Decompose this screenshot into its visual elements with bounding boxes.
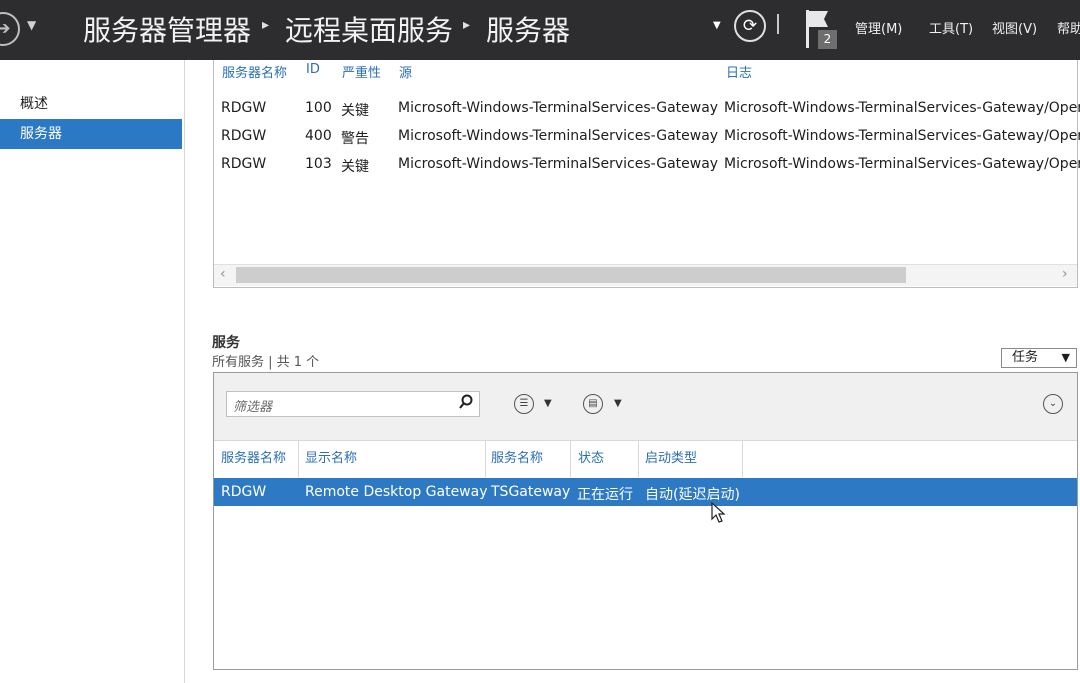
chevron-down-icon[interactable]: ▼ <box>544 398 552 409</box>
breadcrumb-servers[interactable]: 服务器 <box>486 9 570 49</box>
column-divider[interactable] <box>485 441 486 477</box>
breadcrumb-separator-icon: ▸ <box>262 17 270 33</box>
chevron-down-icon[interactable]: ▼ <box>614 398 622 409</box>
breadcrumb-remote-desktop-services[interactable]: 远程桌面服务 <box>285 9 453 49</box>
cell-id: 103 <box>305 156 332 172</box>
column-header-service-name[interactable]: 服务名称 <box>491 447 543 466</box>
scroll-left-icon[interactable]: ‹ <box>220 266 226 282</box>
refresh-icon[interactable]: ⟳ <box>734 10 766 42</box>
column-header-source[interactable]: 源 <box>399 62 412 81</box>
column-divider[interactable] <box>638 441 639 477</box>
cell-server-name: RDGW <box>221 156 267 172</box>
title-bar: ➔ ▼ 服务器管理器 ▸ 远程桌面服务 ▸ 服务器 ▼ ⟳ 2 管理(M) 工具… <box>0 0 1080 60</box>
cell-severity: 关键 <box>341 159 369 175</box>
cell-id: 400 <box>305 128 332 144</box>
tasks-label: 任务 <box>1012 350 1039 365</box>
scrollbar-thumb[interactable] <box>236 267 906 283</box>
filter-input[interactable]: 筛选器 <box>226 391 480 417</box>
cell-display-name: Remote Desktop Gateway <box>305 484 488 500</box>
cell-server-name: RDGW <box>221 484 267 500</box>
column-divider[interactable] <box>570 441 571 477</box>
cell-server-name: RDGW <box>221 100 267 116</box>
services-toolbar: 筛选器 ☰ ▼ ▤ ▼ ⌄ <box>214 373 1077 441</box>
horizontal-scrollbar[interactable]: ‹ › <box>214 264 1077 286</box>
cell-service-name: TSGateway <box>491 484 571 500</box>
column-header-id[interactable]: ID <box>306 62 320 77</box>
menu-view[interactable]: 视图(V) <box>992 18 1037 37</box>
sidebar-item-servers[interactable]: 服务器 <box>0 119 182 149</box>
breadcrumb-separator-icon: ▸ <box>463 17 471 33</box>
column-header-startup-type[interactable]: 启动类型 <box>645 447 697 466</box>
cell-source: Microsoft-Windows-TerminalServices-Gatew… <box>398 100 719 116</box>
menu-manage[interactable]: 管理(M) <box>855 18 902 37</box>
section-title: 服务 <box>212 335 240 351</box>
cell-status: 正在运行 <box>577 487 633 503</box>
breadcrumb-server-manager[interactable]: 服务器管理器 <box>83 9 251 49</box>
column-header-status[interactable]: 状态 <box>578 447 604 466</box>
cell-source: Microsoft-Windows-TerminalServices-Gatew… <box>398 128 719 144</box>
menu-tools[interactable]: 工具(T) <box>929 18 973 37</box>
toolbar-divider <box>777 14 779 34</box>
chevron-down-icon[interactable]: ▼ <box>713 20 721 31</box>
cell-startup-type: 自动(延迟启动) <box>645 487 740 503</box>
column-divider[interactable] <box>742 441 743 477</box>
sidebar-item-overview[interactable]: 概述 <box>0 89 182 119</box>
section-subtitle: 所有服务 | 共 1 个 <box>212 355 320 370</box>
tasks-dropdown-button[interactable]: 任务 ▼ <box>1001 348 1077 368</box>
column-header-display-name[interactable]: 显示名称 <box>305 447 357 466</box>
search-icon[interactable] <box>458 394 474 410</box>
column-header-log[interactable]: 日志 <box>726 62 752 81</box>
menu-help[interactable]: 帮助 <box>1057 18 1080 37</box>
column-header-server-name[interactable]: 服务器名称 <box>221 447 286 466</box>
events-table: 服务器名称 ID 严重性 源 日志 RDGW 100 关键 Microsoft-… <box>213 60 1080 288</box>
cell-severity: 警告 <box>341 131 369 147</box>
cell-id: 100 <box>305 100 332 116</box>
cell-log: Microsoft-Windows-TerminalServices-Gatew… <box>724 156 1080 172</box>
cell-log: Microsoft-Windows-TerminalServices-Gatew… <box>724 128 1080 144</box>
back-arrow-icon[interactable]: ➔ <box>0 12 20 46</box>
expand-icon[interactable]: ⌄ <box>1043 394 1063 414</box>
sidebar: 概述 服务器 <box>0 60 185 683</box>
services-panel: 筛选器 ☰ ▼ ▤ ▼ ⌄ 服务器名称 显示名称 服务名称 状态 启动类型 RD… <box>213 372 1078 670</box>
save-query-icon[interactable]: ▤ <box>583 394 603 414</box>
column-header-server-name[interactable]: 服务器名称 <box>222 62 287 81</box>
list-view-icon[interactable]: ☰ <box>514 394 534 414</box>
column-header-severity[interactable]: 严重性 <box>342 62 381 81</box>
mouse-pointer-icon <box>711 502 726 523</box>
cell-log: Microsoft-Windows-TerminalServices-Gatew… <box>724 100 1080 116</box>
column-divider[interactable] <box>298 441 299 477</box>
cell-server-name: RDGW <box>221 128 267 144</box>
chevron-down-icon[interactable]: ▼ <box>27 18 36 32</box>
notification-count-badge: 2 <box>818 30 837 49</box>
table-row-selected[interactable]: RDGW Remote Desktop Gateway TSGateway 正在… <box>214 478 1077 506</box>
scroll-right-icon[interactable]: › <box>1062 266 1068 282</box>
chevron-down-icon: ▼ <box>1061 351 1070 364</box>
cell-source: Microsoft-Windows-TerminalServices-Gatew… <box>398 156 719 172</box>
cell-severity: 关键 <box>341 103 369 119</box>
